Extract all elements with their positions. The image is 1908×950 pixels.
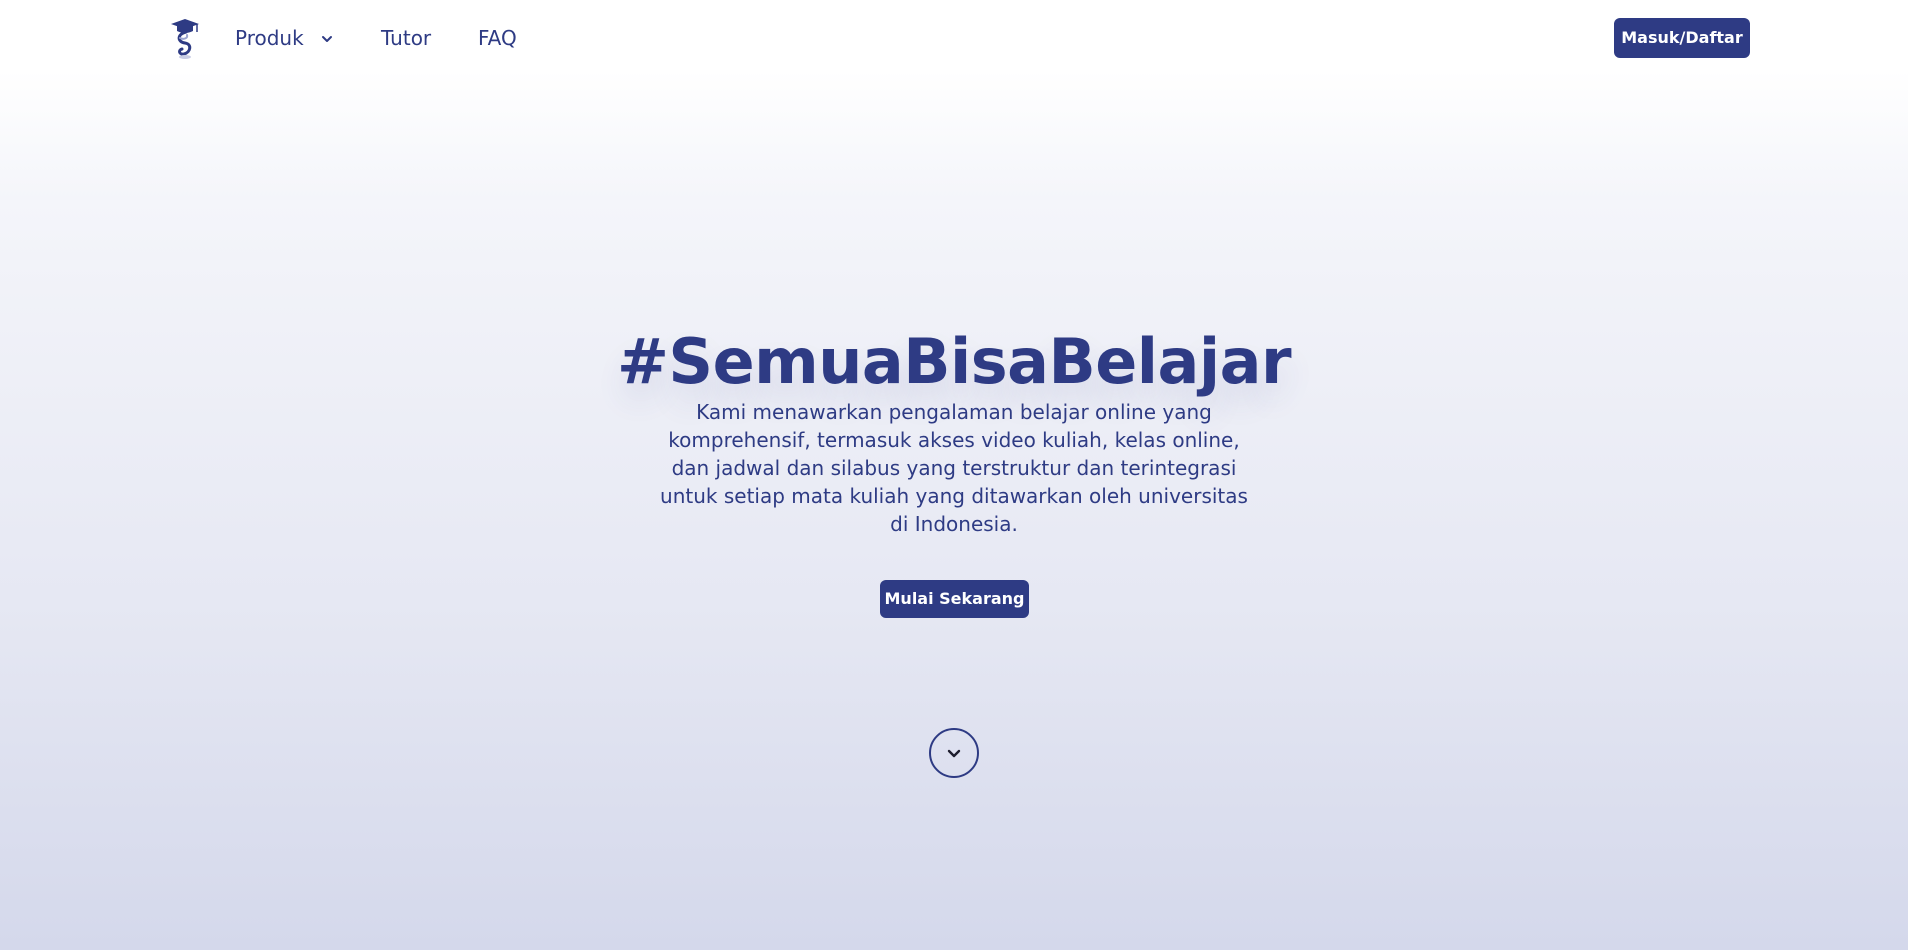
- start-now-button[interactable]: Mulai Sekarang: [880, 580, 1029, 618]
- hero-description: Kami menawarkan pengalaman belajar onlin…: [660, 400, 1248, 536]
- chevron-down-icon: [945, 744, 963, 762]
- nav-faq[interactable]: FAQ: [478, 24, 517, 52]
- login-register-button[interactable]: Masuk/Daftar: [1614, 18, 1750, 58]
- hero-title: #SemuaBisaBelajar: [616, 325, 1292, 398]
- scroll-down-button[interactable]: [929, 728, 979, 778]
- nav-tutor[interactable]: Tutor: [381, 24, 431, 52]
- nav-produk[interactable]: Produk: [235, 24, 304, 52]
- navbar: Produk Tutor FAQ Masuk/Daftar: [0, 0, 1908, 76]
- logo-icon[interactable]: [167, 16, 201, 60]
- chevron-down-icon[interactable]: [320, 31, 334, 45]
